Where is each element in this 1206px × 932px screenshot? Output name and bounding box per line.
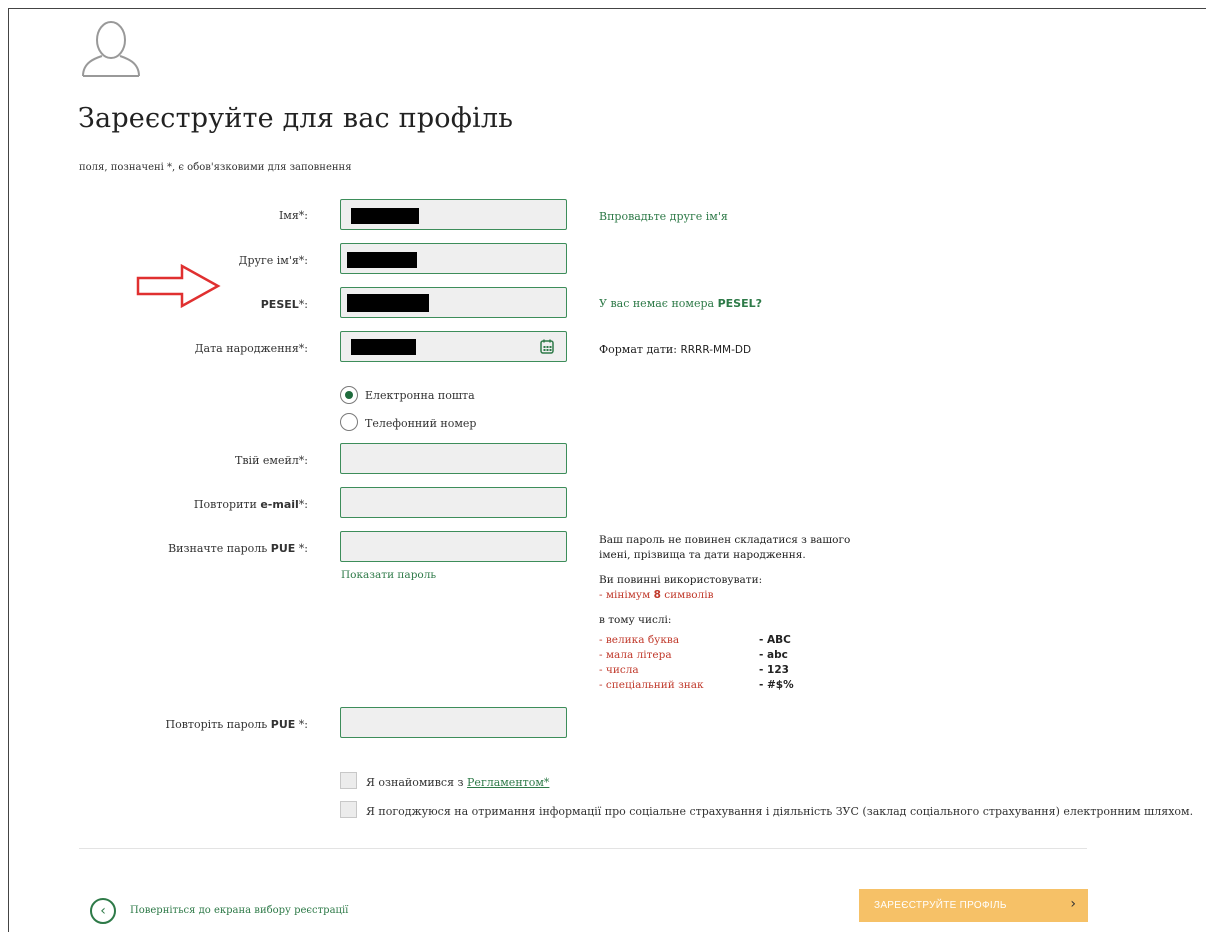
first-name-label: Імя*: bbox=[278, 209, 308, 222]
calendar-icon[interactable] bbox=[540, 339, 554, 354]
divider bbox=[79, 848, 1087, 849]
user-avatar-icon bbox=[82, 21, 140, 77]
pesel-input[interactable] bbox=[340, 287, 567, 318]
register-profile-button[interactable]: ЗАРЕЄСТРУЙТЕ ПРОФІЛЬ › bbox=[859, 889, 1088, 922]
email-repeat-label: Повторити e-mail*: bbox=[193, 498, 308, 511]
email-input[interactable] bbox=[340, 443, 567, 474]
info-consent-label: Я погоджуюся на отримання інформації про… bbox=[366, 805, 1194, 818]
email-repeat-input[interactable] bbox=[340, 487, 567, 518]
radio-phone[interactable] bbox=[340, 413, 358, 431]
radio-email-label: Електронна пошта bbox=[365, 389, 475, 402]
back-link[interactable]: Поверніться до екрана вибору реєстрації bbox=[130, 905, 348, 916]
date-format-hint: Формат дати: RRRR-MM-DD bbox=[599, 343, 752, 356]
second-name-hint: Впровадьте друге ім'я bbox=[599, 210, 728, 223]
second-name-input[interactable] bbox=[340, 243, 567, 274]
show-password-link[interactable]: Показати пароль bbox=[341, 569, 436, 581]
password-rule-examples: - ABC - abc - 123 - #$% bbox=[759, 634, 794, 691]
radio-selected-dot bbox=[345, 391, 353, 399]
back-arrow-icon[interactable]: ‹ bbox=[90, 898, 116, 924]
rule-special: - спеціальний знак bbox=[599, 679, 704, 691]
password-repeat-input[interactable] bbox=[340, 707, 567, 738]
no-pesel-link[interactable]: У вас немає номера PESEL? bbox=[599, 297, 762, 310]
regulations-link[interactable]: Регламентом* bbox=[467, 776, 549, 789]
page-frame bbox=[8, 8, 1206, 932]
redacted-value bbox=[351, 208, 419, 224]
rule-uppercase: - велика буква bbox=[599, 634, 680, 646]
password-input[interactable] bbox=[340, 531, 567, 562]
radio-email[interactable] bbox=[340, 386, 358, 404]
birth-date-label: Дата народження*: bbox=[194, 342, 308, 355]
pesel-label: PESEL*: bbox=[260, 298, 308, 311]
page-title: Зареєструйте для вас профіль bbox=[78, 103, 514, 134]
info-consent-checkbox[interactable] bbox=[340, 801, 357, 818]
radio-phone-label: Телефонний номер bbox=[365, 417, 477, 430]
required-note: поля, позначені *, є обов'язковими для з… bbox=[79, 162, 352, 173]
email-label: Твій емейл*: bbox=[235, 454, 308, 467]
redacted-value bbox=[351, 339, 416, 355]
rule-lowercase: - мала літера bbox=[599, 649, 672, 661]
redacted-value bbox=[347, 252, 417, 268]
birth-date-input[interactable] bbox=[340, 331, 567, 362]
password-rule-list: - велика буква - мала літера - числа - с… bbox=[599, 633, 704, 693]
regulations-label: Я ознайомився з Регламентом* bbox=[366, 776, 550, 789]
chevron-right-icon: › bbox=[1070, 896, 1076, 912]
regulations-checkbox[interactable] bbox=[340, 772, 357, 789]
rule-digits: - числа bbox=[599, 664, 639, 676]
password-rules: Ваш пароль не повинен складатися з вашог… bbox=[599, 534, 851, 626]
password-repeat-label: Повторіть пароль PUE *: bbox=[165, 718, 309, 731]
password-label: Визначте пароль PUE *: bbox=[168, 542, 308, 555]
first-name-input[interactable] bbox=[340, 199, 567, 230]
second-name-label: Друге ім'я*: bbox=[238, 254, 308, 267]
redacted-value bbox=[347, 294, 429, 312]
register-profile-label: ЗАРЕЄСТРУЙТЕ ПРОФІЛЬ bbox=[874, 900, 1007, 911]
